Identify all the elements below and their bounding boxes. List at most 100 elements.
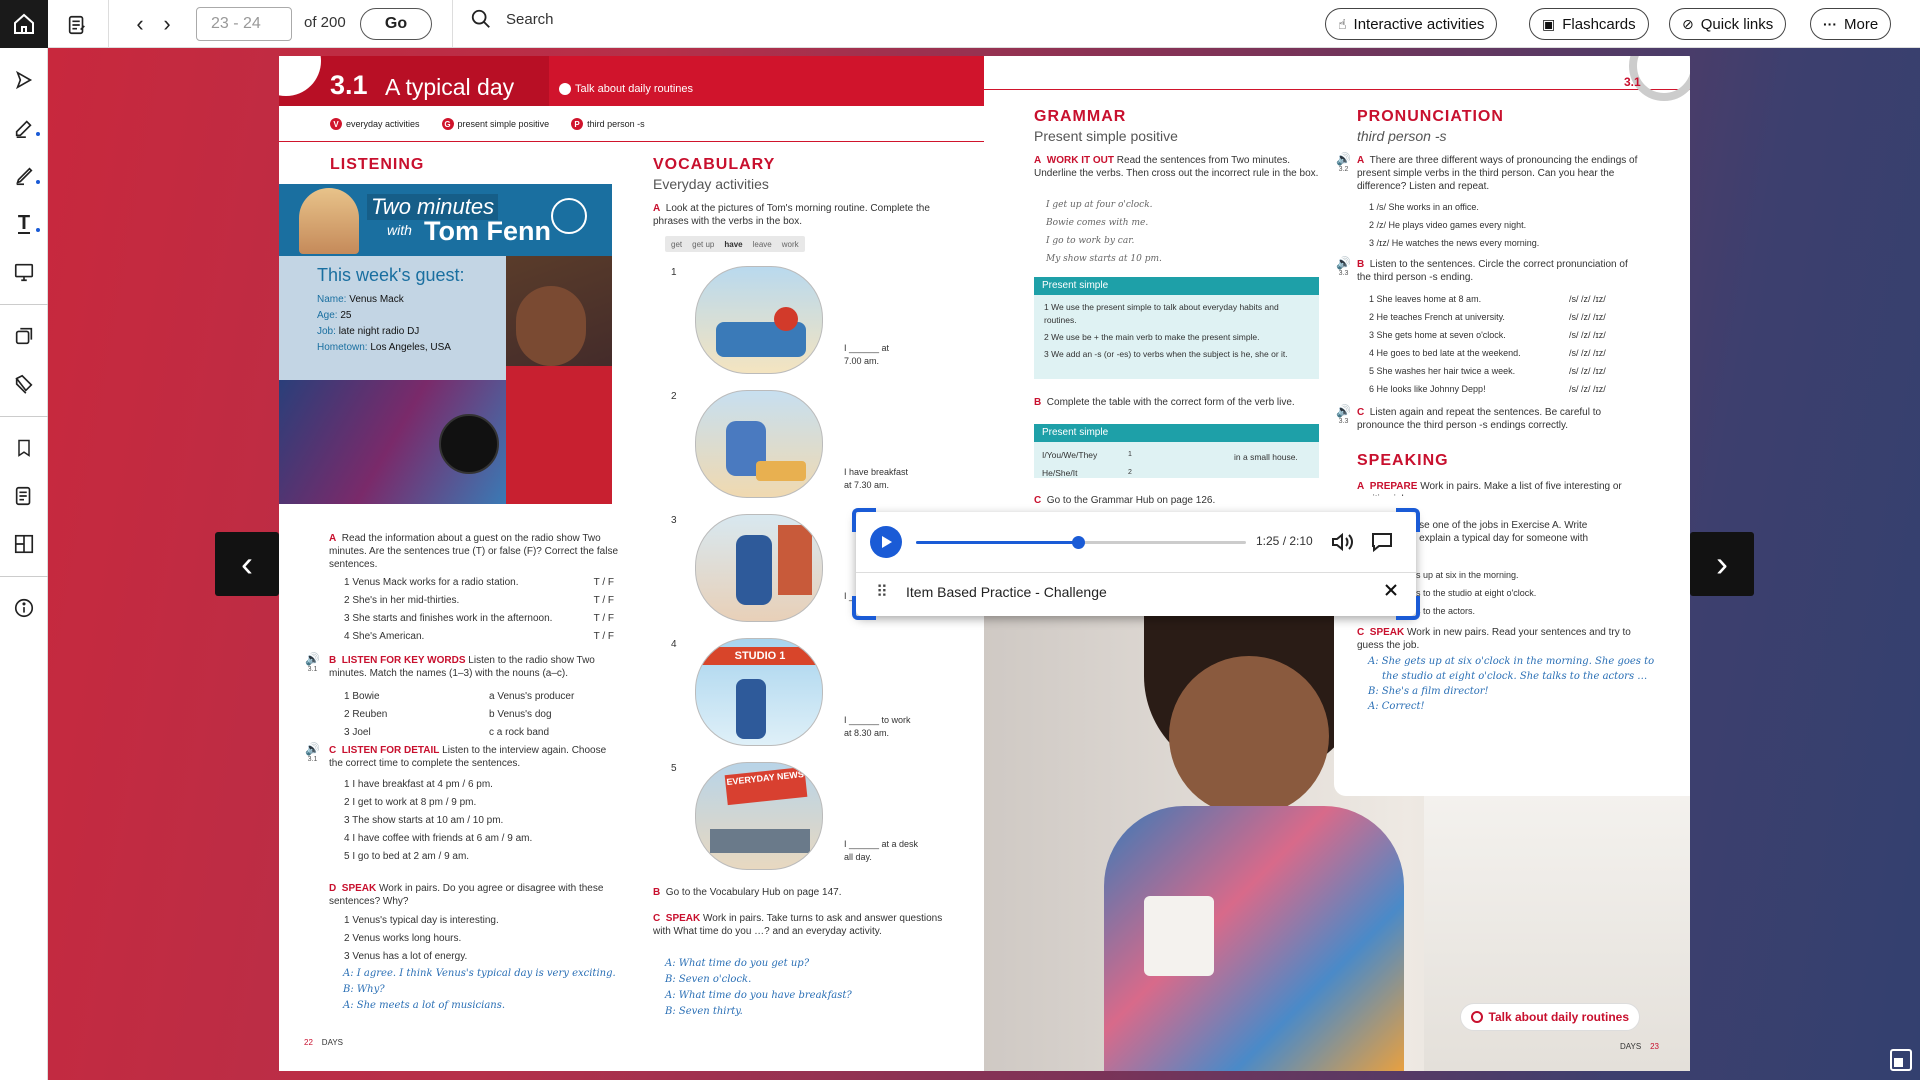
unit-title: A typical day xyxy=(385,74,515,100)
close-player-button[interactable] xyxy=(1379,578,1403,602)
quick-links-label: Quick links xyxy=(1700,15,1774,33)
audio-button[interactable]: 🔊 3.1 xyxy=(305,742,320,763)
verb-box: get get up have leave work xyxy=(665,236,805,252)
page-number-input[interactable]: 23 - 24 xyxy=(196,7,292,41)
objective-pill[interactable]: Talk about daily routines xyxy=(1459,1003,1640,1031)
pen-tool[interactable] xyxy=(0,108,48,148)
transcript-button[interactable] xyxy=(1370,530,1394,554)
vinyl-record-icon xyxy=(439,414,499,474)
divider xyxy=(279,141,984,142)
notes-list-tool[interactable] xyxy=(0,476,48,516)
interactive-tool[interactable] xyxy=(0,316,48,356)
unit-number: 3.1 xyxy=(330,70,368,100)
drag-handle-icon[interactable]: ⠿ xyxy=(876,582,888,602)
present-simple-table: Present simple I/You/We/They He/She/It 12… xyxy=(1034,424,1319,478)
tag-vocabulary: Veveryday activities xyxy=(330,118,420,130)
guest-details: Name: Venus Mack Age: 25 Job: late night… xyxy=(317,294,451,353)
exercise-d: D SPEAK Work in pairs. Do you agree or d… xyxy=(329,883,604,907)
audio-button[interactable]: 🔊 3.2 xyxy=(1336,152,1351,173)
objective-circle-icon xyxy=(1470,1011,1483,1023)
link-icon: ⊘ xyxy=(1682,15,1694,32)
pronunciation-exercise-b: B Listen to the sentences. Circle the co… xyxy=(1357,259,1628,283)
layout-icon xyxy=(14,534,34,554)
volume-button[interactable] xyxy=(1330,530,1356,554)
pointer-tool[interactable] xyxy=(0,60,48,100)
next-page-button[interactable]: › xyxy=(157,11,177,36)
search-icon xyxy=(471,9,490,28)
exercise-a-items: 1 Venus Mack works for a radio station. T… xyxy=(344,577,614,642)
resources-icon xyxy=(15,374,33,394)
notes-list-icon xyxy=(15,486,31,506)
bookmark-tool[interactable] xyxy=(0,428,48,468)
top-toolbar: ‹ › 23 - 24 of 200 Go Search ☝ Interacti… xyxy=(0,0,1920,48)
picture-caption: I ______ to work at 8.30 am. xyxy=(844,715,911,738)
host-photo xyxy=(299,188,359,254)
previous-spread-button[interactable]: ‹ xyxy=(215,532,279,596)
speaking-exercise-b-text: oose one of the jobs in Exercise A. Writ… xyxy=(1408,520,1589,544)
tag-pronunciation: Pthird person -s xyxy=(571,118,645,130)
resources-tool[interactable] xyxy=(0,364,48,404)
interactive-activities-button[interactable]: ☝ Interactive activities xyxy=(1325,8,1498,40)
resize-handle[interactable] xyxy=(852,596,876,620)
listening-heading: LISTENING xyxy=(330,156,425,173)
grammar-heading: GRAMMAR xyxy=(1034,108,1127,125)
more-label: More xyxy=(1844,15,1879,33)
pronunciation-b-options: /s/ /z/ /ɪz//s/ /z/ /ɪz//s/ /z/ /ɪz//s/ … xyxy=(1569,294,1606,394)
active-dot xyxy=(36,132,40,136)
resize-handle[interactable] xyxy=(1396,508,1420,532)
progress-track[interactable] xyxy=(916,536,1246,549)
guest-heading: This week's guest: xyxy=(317,265,465,285)
highlighter-tool[interactable] xyxy=(0,156,48,196)
search-field[interactable]: Search xyxy=(470,8,554,30)
divider xyxy=(856,572,1416,573)
bookmark-icon xyxy=(18,439,30,457)
progress-handle[interactable] xyxy=(1071,536,1085,549)
exercise-a: A Read the information about a guest on … xyxy=(329,533,619,570)
picture-number: 3 xyxy=(671,515,677,526)
highlighter-icon xyxy=(16,167,33,186)
home-button[interactable] xyxy=(0,0,48,48)
quick-links-button[interactable]: ⊘ Quick links xyxy=(1669,8,1787,40)
vocabulary-subheading: Everyday activities xyxy=(653,176,769,192)
text-tool[interactable]: T xyxy=(0,204,48,244)
flashcards-button[interactable]: ▣ Flashcards xyxy=(1529,8,1649,40)
audio-button[interactable]: 🔊 3.1 xyxy=(305,652,320,673)
page-footer: 22 DAYS xyxy=(304,1038,343,1047)
play-button[interactable] xyxy=(870,526,902,558)
fullscreen-button[interactable] xyxy=(1890,1049,1912,1071)
resize-handle[interactable] xyxy=(852,508,876,532)
interactive-activities-label: Interactive activities xyxy=(1353,15,1485,33)
picture-caption: I ______ at a desk all day. xyxy=(844,839,919,862)
clock-icon xyxy=(551,198,587,234)
vocab-exercise-b[interactable]: B Go to the Vocabulary Hub on page 147. xyxy=(653,886,841,899)
exercise-d-model: A: I agree. I think Venus's typical day … xyxy=(343,968,616,1011)
picture-number: 1 xyxy=(671,267,677,278)
info-button[interactable] xyxy=(0,588,48,628)
audio-player: 1:25 / 2:10 ⠿ Item Based Practice - Chal… xyxy=(852,508,1420,620)
picture-caption: I ______ at 7.00 am. xyxy=(844,343,890,366)
volume-icon xyxy=(1332,532,1353,552)
whiteboard-tool[interactable] xyxy=(0,252,48,292)
more-button[interactable]: ··· More xyxy=(1810,8,1892,40)
text-tool-icon: T xyxy=(17,212,31,234)
grammar-exercise-a: A WORK IT OUT Read the sentences from Tw… xyxy=(1034,155,1319,179)
table-of-contents-button[interactable] xyxy=(64,12,90,38)
next-spread-button[interactable]: › xyxy=(1690,532,1754,596)
grammar-exercise-c[interactable]: C Go to the Grammar Hub on page 126. xyxy=(1034,494,1215,507)
page-footer: DAYS 23 xyxy=(1620,1042,1659,1051)
speaking-heading: SPEAKING xyxy=(1357,452,1449,469)
previous-page-button[interactable]: ‹ xyxy=(130,11,150,36)
pen-edit-icon xyxy=(15,120,32,138)
go-button[interactable]: Go xyxy=(360,8,432,40)
guest-photo xyxy=(506,256,612,504)
progress-fill xyxy=(916,541,1078,544)
divider xyxy=(108,0,109,48)
pronunciation-exercise-c: C Listen again and repeat the sentences.… xyxy=(1357,407,1602,431)
layout-tool[interactable] xyxy=(0,524,48,564)
interactive-icon xyxy=(15,327,33,345)
audio-button[interactable]: 🔊 3.3 xyxy=(1336,256,1351,277)
vocab-exercise-a: A Look at the pictures of Tom's morning … xyxy=(653,203,930,227)
speaking-c-model: A: She gets up at six o'clock in the mor… xyxy=(1368,656,1655,712)
picture-number: 2 xyxy=(671,391,677,402)
audio-button[interactable]: 🔊 3.3 xyxy=(1336,404,1351,425)
